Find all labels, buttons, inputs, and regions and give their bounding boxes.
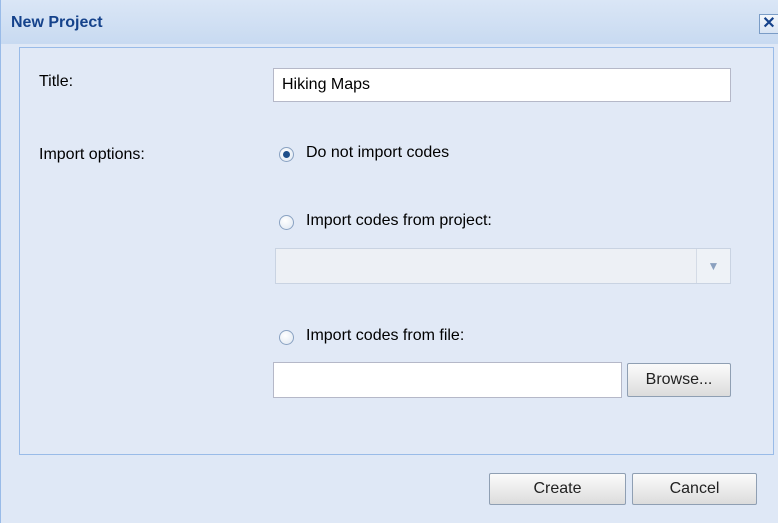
browse-button[interactable]: Browse...: [627, 363, 731, 397]
chevron-down-icon[interactable]: ▼: [696, 249, 730, 283]
title-label: Title:: [39, 73, 74, 90]
dialog-titlebar[interactable]: New Project ✕: [1, 0, 778, 44]
new-project-dialog: New Project ✕ Title: Import options: Do …: [0, 0, 778, 523]
project-combo[interactable]: ▼: [275, 248, 731, 284]
dialog-title: New Project: [11, 14, 103, 31]
create-button[interactable]: Create: [489, 473, 626, 505]
title-input[interactable]: [273, 68, 731, 102]
radio-import-from-project-label: Import codes from project:: [306, 212, 492, 229]
radio-button-icon[interactable]: [279, 330, 294, 345]
file-path-input[interactable]: [273, 362, 622, 398]
close-icon[interactable]: ✕: [759, 14, 778, 34]
radio-button-icon[interactable]: [279, 147, 294, 162]
radio-button-icon[interactable]: [279, 215, 294, 230]
radio-import-from-file-label: Import codes from file:: [306, 327, 465, 344]
radio-do-not-import-label: Do not import codes: [306, 144, 450, 161]
cancel-button[interactable]: Cancel: [632, 473, 757, 505]
import-options-label: Import options:: [39, 146, 145, 163]
